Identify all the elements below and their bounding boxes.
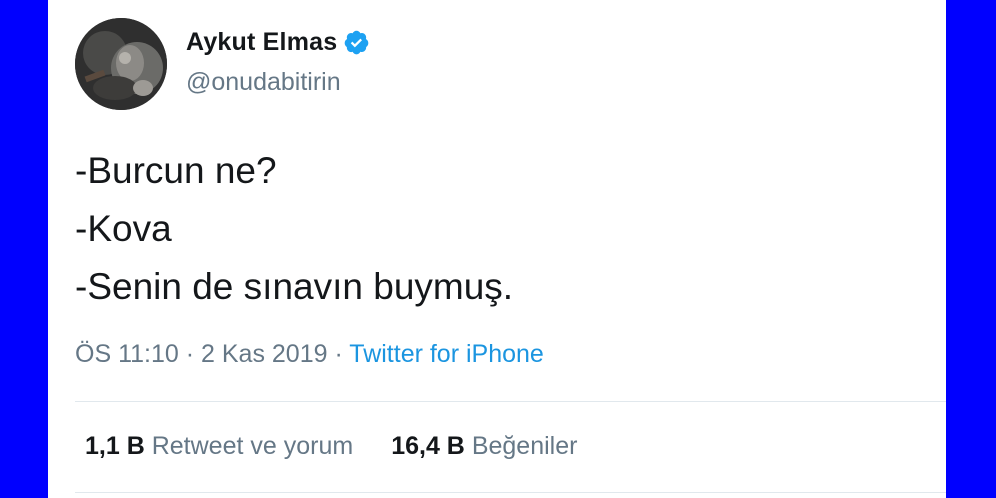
author-display-name[interactable]: Aykut Elmas (186, 28, 337, 57)
meta-separator: · (334, 340, 343, 368)
tweet-meta: ÖS 11:10 · 2 Kas 2019 · Twitter for iPho… (75, 340, 544, 369)
meta-separator: · (185, 340, 195, 368)
tweet-line: -Kova (75, 208, 172, 249)
like-count: 16,4 B (391, 432, 465, 460)
tweet-date[interactable]: 2 Kas 2019 (201, 340, 328, 368)
tweet-time[interactable]: ÖS 11:10 (75, 340, 179, 368)
like-label: Beğeniler (471, 432, 578, 460)
tweet-card: Aykut Elmas @onudabitirin -Burcun ne? -K… (48, 0, 946, 498)
tweet-stats: 1,1 B Retweet ve yorum 16,4 B Beğeniler (85, 432, 577, 461)
author-handle[interactable]: @onudabitirin (186, 68, 341, 97)
tweet-text: -Burcun ne? -Kova -Senin de sınavın buym… (75, 142, 915, 316)
tweet-line: -Senin de sınavın buymuş. (75, 266, 514, 307)
tweet-line: -Burcun ne? (75, 150, 277, 191)
divider (75, 492, 946, 493)
tweet-source-link[interactable]: Twitter for iPhone (349, 340, 544, 368)
retweet-count: 1,1 B (85, 432, 145, 460)
divider (75, 401, 946, 402)
verified-badge-icon (343, 29, 370, 56)
like-stat[interactable]: 16,4 B Beğeniler (391, 432, 577, 461)
retweet-label: Retweet ve yorum (151, 432, 354, 460)
retweet-stat[interactable]: 1,1 B Retweet ve yorum (85, 432, 353, 461)
avatar-photo-image (75, 18, 167, 110)
author-name-row: Aykut Elmas (186, 28, 370, 57)
author-avatar[interactable] (75, 18, 167, 110)
